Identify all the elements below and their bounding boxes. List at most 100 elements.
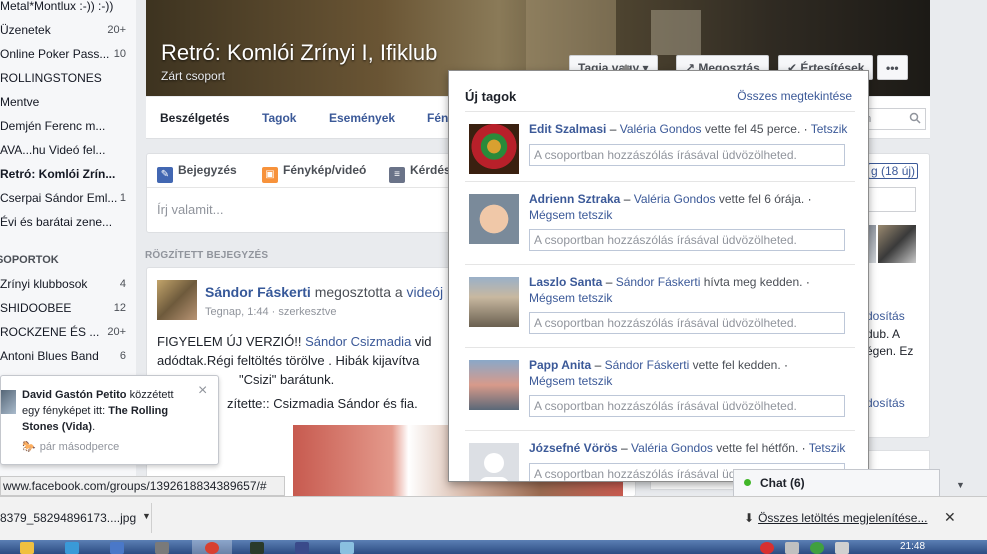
unlike-link[interactable]: Mégsem tetszik — [529, 291, 612, 305]
tab-members[interactable]: Tagok — [262, 97, 296, 139]
search-icon[interactable] — [909, 112, 921, 127]
member-name-link[interactable]: Józsefné Vörös — [529, 441, 618, 455]
sidebar-item[interactable]: ROLLINGSTONES — [0, 66, 136, 90]
chrome-icon[interactable] — [205, 542, 219, 554]
inviter-link[interactable]: Valéria Gondos — [631, 441, 713, 455]
group-title[interactable]: Retró: Komlói Zrínyi I, Ifiklub — [161, 40, 437, 66]
download-item[interactable]: 8379_58294896173....jpg — [0, 503, 152, 533]
avatar[interactable] — [469, 124, 519, 174]
paint-icon[interactable] — [340, 542, 354, 554]
pencil-icon: ✎ — [157, 167, 173, 183]
inviter-link[interactable]: Valéria Gondos — [634, 192, 716, 206]
sidebar-item-messages[interactable]: Üzenetek 20+ — [0, 18, 136, 42]
composer-tab-post[interactable]: ✎ Bejegyzés — [157, 163, 237, 183]
avatar[interactable] — [469, 360, 519, 410]
unlike-link[interactable]: Mégsem tetszik — [529, 374, 612, 388]
unlike-link[interactable]: Mégsem tetszik — [529, 208, 612, 222]
sidebar-item-saved[interactable]: Mentve — [0, 90, 136, 114]
welcome-comment-input[interactable]: A csoportban hozzászólás írásával üdvözö… — [529, 144, 845, 166]
chat-bar[interactable]: Chat (6) — [733, 469, 940, 496]
avatar[interactable] — [157, 280, 197, 320]
member-name-link[interactable]: Papp Anita — [529, 358, 591, 372]
post-text: adódtak.Régi feltöltés törölve . Hibák k… — [157, 353, 420, 368]
like-link[interactable]: Tetszik — [811, 122, 848, 136]
ie-icon[interactable] — [65, 542, 79, 554]
close-icon[interactable]: × — [198, 382, 207, 400]
default-avatar-icon[interactable] — [469, 443, 519, 481]
sidebar-item-label: Zrínyi klubbosok — [0, 277, 88, 291]
right-search-input[interactable] — [868, 187, 916, 212]
tab-events[interactable]: Események — [329, 97, 395, 139]
post-text: vid — [411, 334, 432, 349]
sidebar-item[interactable]: ROCKZENE ÉS ... 20+ — [0, 320, 136, 344]
sidebar-item[interactable]: Évi és barátai zene... — [0, 210, 136, 234]
like-link[interactable]: Tetszik — [809, 441, 846, 455]
post-object-link[interactable]: videój — [407, 284, 444, 300]
folder-icon[interactable] — [20, 542, 34, 554]
sidebar-item-label: Mentve — [0, 95, 40, 109]
tab-discussion[interactable]: Beszélgetés — [160, 97, 229, 139]
member-name-link[interactable]: Laszlo Santa — [529, 275, 602, 289]
member-text: Edit Szalmasi – Valéria Gondos vette fel… — [529, 122, 848, 136]
save-icon[interactable] — [295, 542, 309, 554]
inviter-link[interactable]: Sándor Fáskerti — [605, 358, 690, 372]
chevron-down-icon[interactable]: ▼ — [142, 511, 151, 521]
see-all-link[interactable]: Összes megtekintése — [737, 89, 852, 103]
new-members-badge[interactable]: g (18 új) — [868, 163, 919, 179]
member-thumbnail[interactable] — [878, 225, 916, 263]
new-members-popup: Új tagok Összes megtekintése Edit Szalma… — [448, 70, 869, 482]
clock[interactable]: 21:48 — [900, 541, 925, 552]
sidebar-item-label: ROCKZENE ÉS ... — [0, 325, 100, 339]
more-button[interactable]: ••• — [877, 55, 908, 80]
post-mention-link[interactable]: Sándor Csizmadia — [305, 334, 411, 349]
avatar[interactable] — [469, 194, 519, 244]
post-verb: megosztotta a — [310, 284, 407, 300]
badge-count: (18 új) — [881, 164, 916, 178]
terminal-icon[interactable] — [250, 542, 264, 554]
show-all-downloads-link[interactable]: ⬇ Összes letöltés megjelenítése... — [744, 511, 927, 525]
sidebar-item[interactable]: SHIDOOBEE 12 — [0, 296, 136, 320]
avatar[interactable] — [1, 390, 16, 414]
right-link[interactable]: dosítás — [866, 396, 905, 410]
toast-actor[interactable]: David Gastón Petito — [22, 389, 127, 401]
badge-prefix: g — [871, 164, 882, 178]
app-icon[interactable] — [155, 542, 169, 554]
composer-input[interactable]: Írj valamit... — [157, 202, 223, 217]
inviter-link[interactable]: Sándor Fáskerti — [616, 275, 701, 289]
sidebar-item[interactable]: Zrínyi klubbosok 4 — [0, 272, 136, 296]
download-arrow-icon: ⬇ — [744, 511, 755, 525]
media-player-icon[interactable] — [110, 542, 124, 554]
avatar[interactable] — [469, 277, 519, 327]
sidebar-item[interactable]: Cserpai Sándor Eml... 1 — [0, 186, 136, 210]
scroll-down-arrow-icon[interactable]: ▼ — [956, 480, 965, 490]
sidebar-item[interactable]: Demjén Ferenc m... — [0, 114, 136, 138]
post-author-link[interactable]: Sándor Fáskerti — [205, 284, 311, 300]
close-icon[interactable]: ✕ — [944, 509, 956, 526]
sidebar-item[interactable]: Metal*Montlux :-)) :-)) — [0, 0, 136, 18]
notification-toast[interactable]: David Gastón Petito közzétett egy fényké… — [0, 375, 219, 465]
composer-tab-question[interactable]: ≡ Kérdés — [389, 163, 451, 183]
tray-icon[interactable] — [810, 542, 824, 554]
welcome-comment-input[interactable]: A csoportban hozzászólás írásával üdvözö… — [529, 395, 845, 417]
tray-icon[interactable] — [760, 542, 774, 554]
sidebar-item-current-group[interactable]: Retró: Komlói Zrín... — [0, 162, 136, 186]
post-timestamp[interactable]: Tegnap, 1:44 — [205, 306, 269, 318]
composer-tab-photo[interactable]: ▣ Fénykép/videó — [262, 163, 366, 183]
welcome-comment-input[interactable]: A csoportban hozzászólás írásával üdvözö… — [529, 312, 845, 334]
welcome-comment-input[interactable]: A csoportban hozzászólás írásával üdvözö… — [529, 229, 845, 251]
tray-icon[interactable] — [835, 542, 849, 554]
sidebar-item[interactable]: AVA...hu Videó fel... — [0, 138, 136, 162]
tray-icon[interactable] — [785, 542, 799, 554]
member-name-link[interactable]: Adrienn Sztraka — [529, 192, 620, 206]
sidebar-item-count: 6 — [119, 350, 126, 362]
inviter-link[interactable]: Valéria Gondos — [620, 122, 702, 136]
member-name-link[interactable]: Edit Szalmasi — [529, 122, 606, 136]
sidebar-item[interactable]: Antoni Blues Band 6 — [0, 344, 136, 368]
post-text: FIGYELEM ÚJ VERZIÓ!! — [157, 334, 306, 349]
right-link[interactable]: dosítás — [866, 309, 905, 323]
sidebar-item-label: Évi és barátai zene... — [0, 215, 113, 229]
composer-tab-label: Bejegyzés — [178, 163, 237, 177]
toast-time-label: pár másodperce — [39, 441, 120, 453]
sidebar-item[interactable]: Online Poker Pass... 10 — [0, 42, 136, 66]
tab-photos[interactable]: Fén — [427, 97, 448, 139]
